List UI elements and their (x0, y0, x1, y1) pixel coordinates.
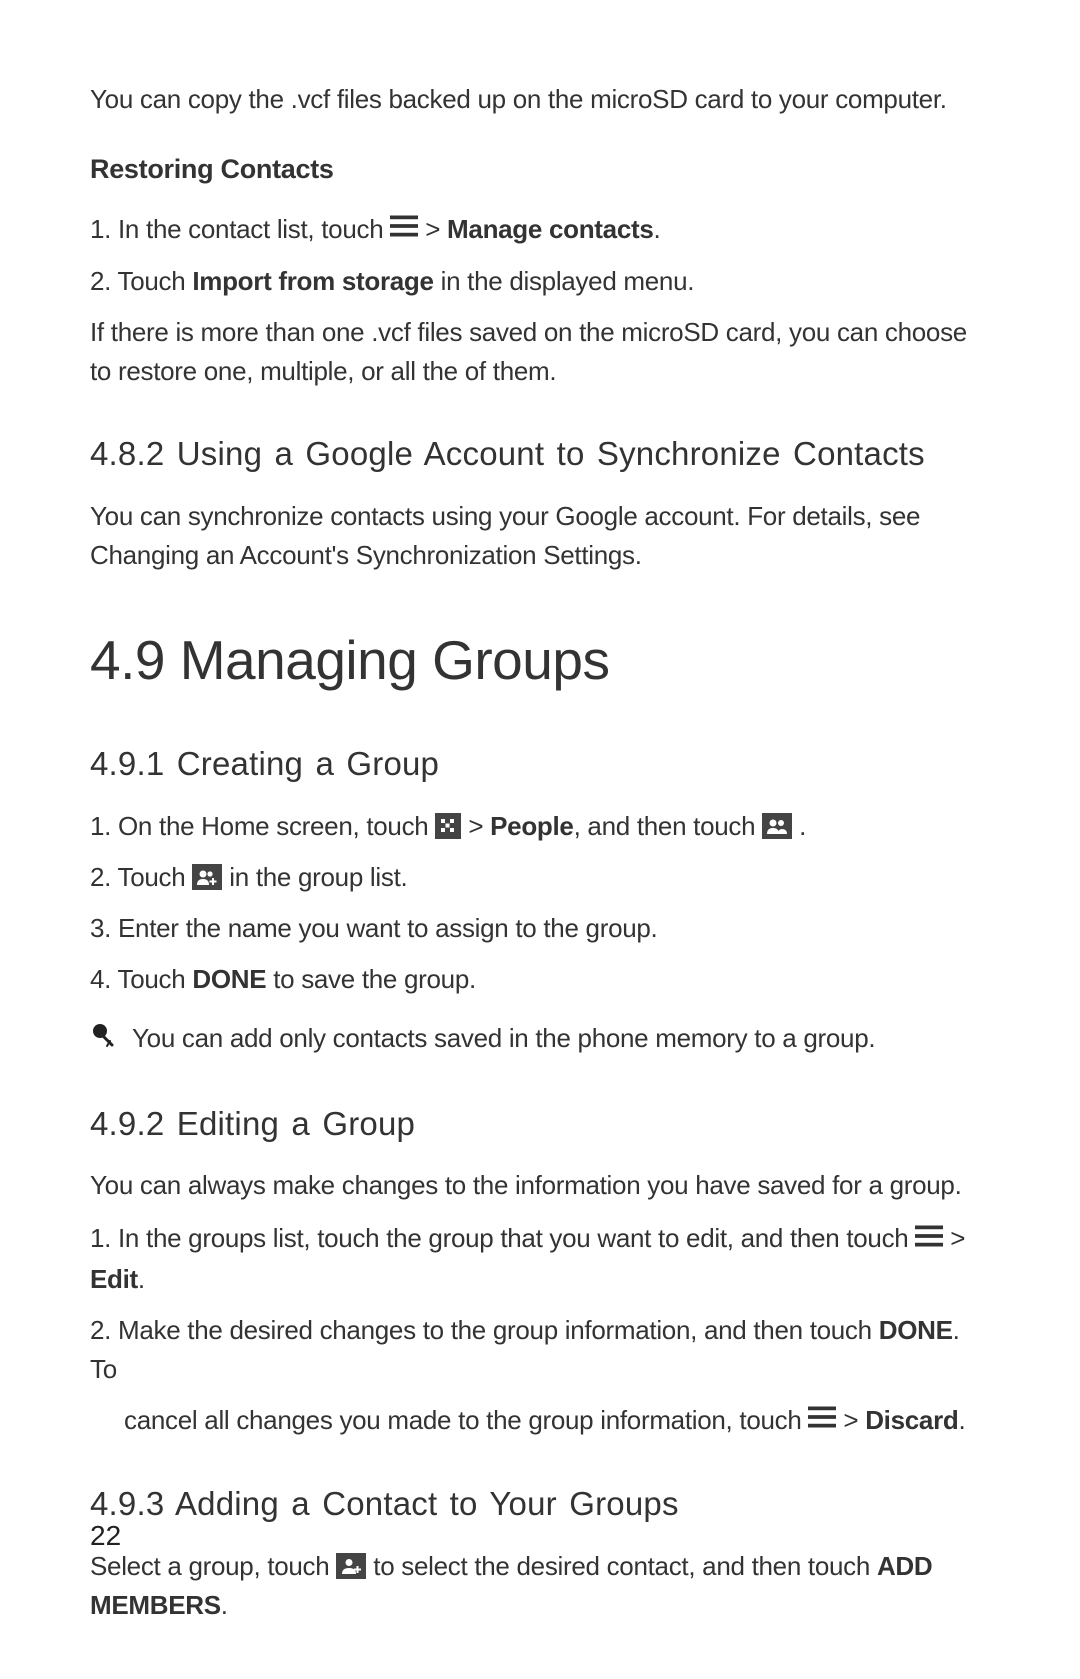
edit-label: Edit (90, 1264, 138, 1294)
text: > (425, 214, 447, 244)
done-label: DONE (192, 964, 266, 994)
manage-contacts-label: Manage contacts (447, 214, 653, 244)
s491-step-3: 3. Enter the name you want to assign to … (90, 909, 990, 948)
text: > (468, 811, 490, 841)
import-from-storage-label: Import from storage (192, 266, 433, 296)
text: Select a group, touch (90, 1551, 336, 1581)
s492-body: You can always make changes to the infor… (90, 1166, 990, 1205)
s493-body: Select a group, touch to select the desi… (90, 1547, 990, 1625)
menu-icon (915, 1219, 943, 1258)
text: 2. Touch (90, 862, 192, 892)
section-4-9-heading: 4.9 Managing Groups (90, 619, 990, 702)
groups-tab-icon (762, 813, 792, 839)
text: > (950, 1223, 965, 1253)
text: in the group list. (229, 862, 407, 892)
discard-label: Discard (865, 1405, 958, 1435)
text: 1. In the groups list, touch the group t… (90, 1223, 915, 1253)
section-4-8-2-heading: 4.8.2 Using a Google Account to Synchron… (90, 429, 990, 479)
add-group-icon (192, 864, 222, 890)
menu-icon (390, 209, 418, 248)
page-number: 22 (90, 1520, 121, 1552)
text: to save the group. (266, 964, 476, 994)
section-4-8-2-body: You can synchronize contacts using your … (90, 497, 990, 575)
section-4-9-1-heading: 4.9.1 Creating a Group (90, 739, 990, 789)
restoring-note: If there is more than one .vcf files sav… (90, 313, 990, 391)
s491-note: You can add only contacts saved in the p… (90, 1019, 990, 1061)
s491-step-1: 1. On the Home screen, touch > People, a… (90, 807, 990, 846)
s491-step-4: 4. Touch DONE to save the group. (90, 960, 990, 999)
apps-grid-icon (435, 813, 461, 839)
text: 2. Touch (90, 266, 192, 296)
text: . (958, 1405, 965, 1435)
text: . (138, 1264, 145, 1294)
text: 1. On the Home screen, touch (90, 811, 435, 841)
add-contact-icon (336, 1553, 366, 1579)
text: 2. Make the desired changes to the group… (90, 1315, 879, 1345)
note-icon (90, 1019, 118, 1061)
s491-step-2: 2. Touch in the group list. (90, 858, 990, 897)
restoring-heading: Restoring Contacts (90, 149, 990, 190)
s492-step-2-cont: cancel all changes you made to the group… (90, 1401, 990, 1442)
text: 1. In the contact list, touch (90, 214, 390, 244)
text: . (799, 811, 806, 841)
text: . (221, 1590, 228, 1620)
text: > (843, 1405, 865, 1435)
s492-step-1: 1. In the groups list, touch the group t… (90, 1219, 990, 1299)
text: 4. Touch (90, 964, 192, 994)
text: cancel all changes you made to the group… (124, 1405, 808, 1435)
restoring-step-1: 1. In the contact list, touch > Manage c… (90, 210, 990, 251)
done-label: DONE (879, 1315, 953, 1345)
section-4-9-2-heading: 4.9.2 Editing a Group (90, 1099, 990, 1149)
text: to select the desired contact, and then … (373, 1551, 877, 1581)
text: . (654, 214, 661, 244)
intro-text: You can copy the .vcf files backed up on… (90, 80, 990, 119)
note-text: You can add only contacts saved in the p… (132, 1019, 990, 1058)
s492-step-2: 2. Make the desired changes to the group… (90, 1311, 990, 1389)
restoring-step-2: 2. Touch Import from storage in the disp… (90, 262, 990, 301)
people-label: People (490, 811, 573, 841)
section-4-9-3-heading: 4.9.3 Adding a Contact to Your Groups (90, 1479, 990, 1529)
text: in the displayed menu. (434, 266, 695, 296)
menu-icon (808, 1400, 836, 1439)
text: , and then touch (574, 811, 763, 841)
